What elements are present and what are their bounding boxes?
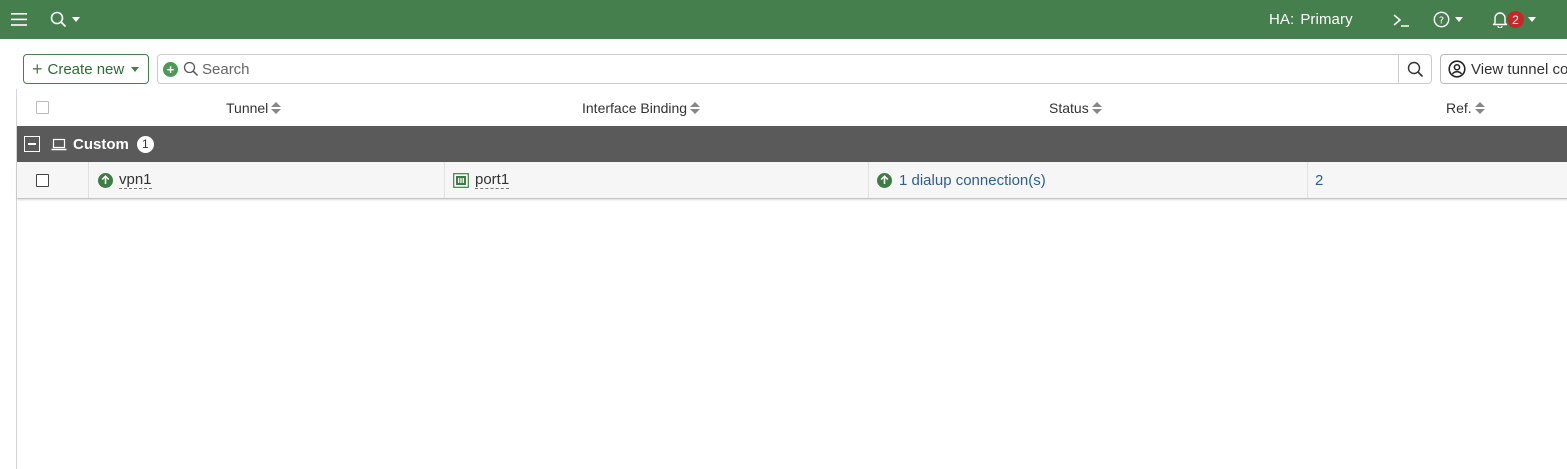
row-checkbox[interactable] [36, 162, 49, 198]
chevron-down-icon [131, 66, 140, 72]
port-icon [453, 172, 469, 188]
view-tunnel-button[interactable]: View tunnel co [1440, 54, 1567, 84]
table-row[interactable]: vpn1 port1 1 dialup connection(s) 2 [17, 162, 1567, 199]
ref-link[interactable]: 2 [1315, 172, 1323, 189]
ha-status-key: HA: [1269, 11, 1295, 28]
create-new-button[interactable]: + Create new [23, 54, 149, 84]
notification-count-badge: 2 [1507, 11, 1524, 28]
column-header-label: Interface Binding [582, 99, 688, 116]
column-header-label: Tunnel [226, 99, 269, 116]
group-row-custom: Custom 1 [17, 126, 1567, 162]
top-bar: HA: Primary ? 2 [0, 0, 1567, 39]
search-icon [50, 11, 67, 28]
table-header: Tunnel Interface Binding Status Ref. [17, 89, 1567, 126]
arrow-up-icon [98, 172, 113, 188]
chevron-down-icon [72, 17, 80, 22]
column-header-label: Ref. [1446, 99, 1472, 116]
plus-icon: + [32, 58, 43, 79]
status-cell: 1 dialup connection(s) [877, 162, 1046, 198]
global-search-button[interactable] [50, 0, 80, 39]
tunnel-table: Tunnel Interface Binding Status Ref. Cus… [16, 89, 1567, 469]
sort-icon [1474, 101, 1485, 114]
search-icon [1407, 61, 1423, 77]
interface-name[interactable]: port1 [475, 171, 510, 189]
notifications-button[interactable]: 2 [1492, 0, 1536, 39]
laptop-icon [51, 138, 67, 151]
arrow-up-icon [877, 172, 892, 188]
help-icon: ? [1433, 11, 1450, 28]
ha-status: HA: Primary [1269, 0, 1353, 39]
column-header-interface-binding[interactable]: Interface Binding [582, 89, 701, 126]
column-header-tunnel[interactable]: Tunnel [226, 89, 282, 126]
group-name: Custom [73, 135, 129, 153]
select-all-checkbox[interactable] [36, 89, 49, 126]
chevron-down-icon [1455, 17, 1463, 22]
column-header-label: Status [1049, 99, 1089, 116]
create-new-label: Create new [47, 60, 125, 78]
view-tunnel-label: View tunnel co [1471, 60, 1567, 78]
status-link[interactable]: 1 dialup connection(s) [899, 172, 1046, 189]
search-icon [183, 61, 199, 77]
cli-console-icon [1392, 12, 1410, 28]
tunnel-cell: vpn1 [98, 162, 152, 198]
column-header-ref[interactable]: Ref. [1446, 89, 1485, 126]
toolbar: + Create new + View tunnel co [0, 39, 1567, 89]
ref-cell: 2 [1315, 162, 1323, 198]
add-filter-icon[interactable]: + [163, 61, 178, 77]
group-count-badge: 1 [136, 135, 154, 153]
interface-cell: port1 [453, 162, 510, 198]
bell-icon [1492, 11, 1508, 28]
search-bar: + [157, 54, 1432, 84]
user-circle-icon [1448, 60, 1466, 78]
help-button[interactable]: ? [1433, 0, 1463, 39]
sort-icon [1091, 101, 1102, 114]
tunnel-name[interactable]: vpn1 [119, 171, 152, 189]
search-submit-button[interactable] [1398, 55, 1431, 83]
ha-status-value: Primary [1300, 11, 1353, 28]
sort-icon [271, 101, 282, 114]
search-input[interactable] [202, 60, 1382, 78]
svg-text:?: ? [1439, 16, 1444, 27]
chevron-down-icon [1528, 17, 1536, 22]
collapse-toggle[interactable] [24, 136, 40, 152]
sort-icon [690, 101, 701, 114]
cli-console-button[interactable] [1392, 0, 1410, 39]
column-header-status[interactable]: Status [1049, 89, 1102, 126]
menu-icon[interactable] [11, 0, 29, 39]
